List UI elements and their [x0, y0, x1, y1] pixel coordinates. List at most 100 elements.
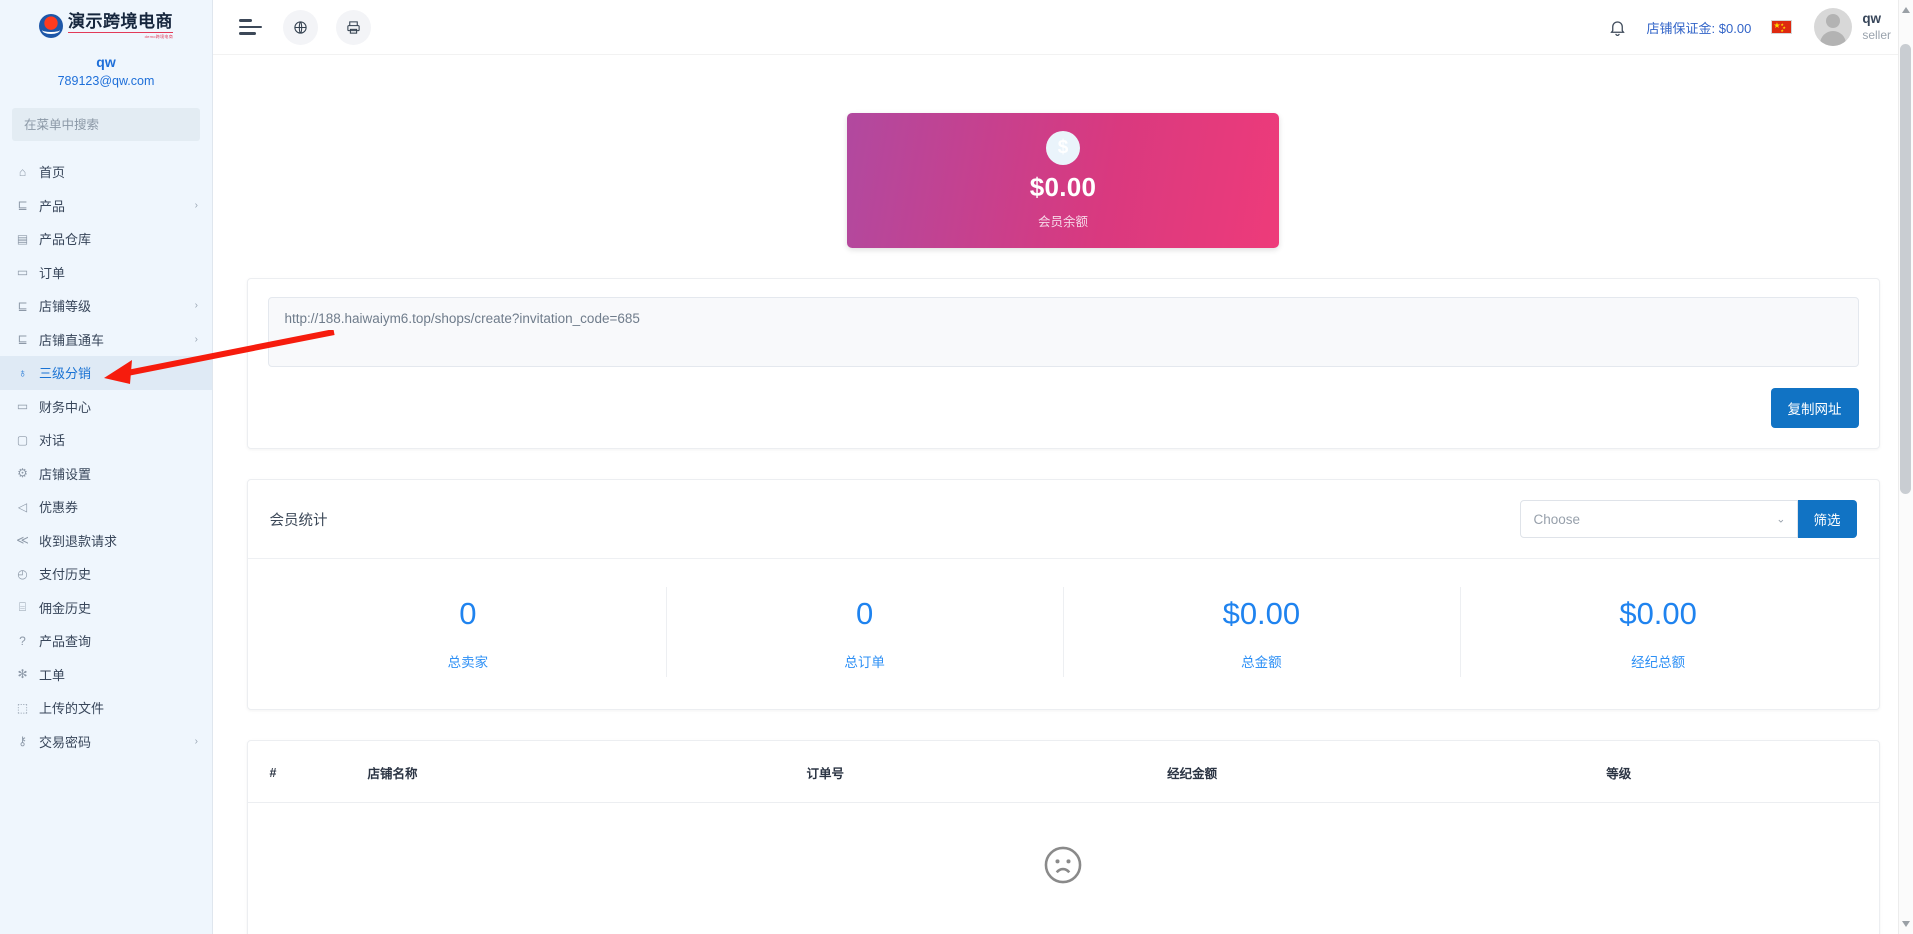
sidebar-item-9[interactable]: ⚙店铺设置 — [0, 457, 212, 491]
sidebar-user-name: qw — [0, 52, 212, 72]
cart-icon: ⊑ — [14, 199, 31, 211]
balance-label: 会员余额 — [1038, 211, 1088, 230]
kpi-value: $0.00 — [1063, 597, 1460, 631]
home-icon: ⌂ — [14, 166, 31, 178]
sidebar-user: qw 789123@qw.com — [0, 46, 212, 100]
invitation-panel: 复制网址 — [247, 278, 1880, 449]
flame-wave-logo-icon — [39, 14, 63, 38]
sidebar-item-17[interactable]: ⚷交易密码› — [0, 725, 212, 759]
sidebar-item-13[interactable]: ⌸佣金历史 — [0, 591, 212, 625]
filter-button[interactable]: 筛选 — [1798, 500, 1857, 538]
commission-table-panel: #店铺名称订单号经纪金额等级 — [247, 740, 1880, 934]
sidebar-item-15[interactable]: ✻工单 — [0, 658, 212, 692]
sidebar-item-label: 店铺等级 — [39, 296, 195, 315]
avatar[interactable] — [1814, 8, 1852, 46]
search-input[interactable] — [24, 118, 188, 132]
empty-state — [248, 803, 1879, 934]
table-column-header: 店铺名称 — [358, 741, 797, 803]
chevron-right-icon: › — [195, 300, 198, 311]
sidebar-item-label: 店铺直通车 — [39, 330, 195, 349]
money-icon: ▭ — [14, 400, 31, 412]
sidebar-item-label: 产品 — [39, 196, 195, 215]
kpi-label: 经纪总额 — [1460, 651, 1857, 671]
chevron-right-icon: › — [195, 334, 198, 345]
archive-icon: ▤ — [14, 233, 31, 245]
sidebar-item-label: 佣金历史 — [39, 598, 198, 617]
sidebar-item-8[interactable]: ▢ 对话 — [0, 423, 212, 457]
sidebar-item-label: 产品查询 — [39, 631, 198, 650]
sidebar: 演示跨境电商 demo跨境电商 qw 789123@qw.com ⌂首页⊑产品›… — [0, 0, 213, 934]
key-icon: ⚷ — [14, 735, 31, 747]
upload-file-icon: ⬚ — [14, 702, 31, 714]
kpi-label: 总卖家 — [270, 651, 667, 671]
question-icon: ? — [14, 635, 31, 647]
sidebar-item-12[interactable]: ◴ 支付历史 — [0, 557, 212, 591]
chat-icon: ▢ — [14, 434, 31, 446]
sidebar-item-14[interactable]: ? 产品查询 — [0, 624, 212, 658]
sidebar-item-7[interactable]: ▭ 财务中心 — [0, 390, 212, 424]
sidebar-item-4[interactable]: ⊑ 店铺等级› — [0, 289, 212, 323]
balance-amount: $0.00 — [1030, 172, 1097, 203]
money-icon: ▭ — [14, 266, 31, 278]
sidebar-item-0[interactable]: ⌂ 首页 — [0, 155, 212, 189]
cart-icon: ⊑ — [14, 300, 31, 312]
sidebar-item-1[interactable]: ⊑ 产品› — [0, 189, 212, 223]
brand-logo[interactable]: 演示跨境电商 demo跨境电商 — [0, 0, 212, 46]
hamburger-icon[interactable] — [239, 17, 265, 37]
globe-icon[interactable] — [283, 10, 318, 45]
kpi-card-1: 0总订单 — [666, 581, 1063, 683]
sidebar-item-label: 工单 — [39, 665, 198, 684]
sidebar-item-2[interactable]: ▤ 产品仓库 — [0, 222, 212, 256]
gear-icon: ⚙ — [14, 467, 31, 479]
printer-icon[interactable] — [336, 10, 371, 45]
sidebar-user-email: 789123@qw.com — [0, 72, 212, 90]
deposit-info: 店铺保证金: $0.00 — [1647, 18, 1752, 37]
main-area: 店铺保证金: $0.00 ★★ ★★ qw seller $ $0.00 会员余… — [213, 0, 1913, 934]
sidebar-nav: ⌂首页⊑产品›▤产品仓库▭订单⊑店铺等级›⊑店铺直通车›♁三级分销▭财务中心▢对… — [0, 155, 212, 768]
copy-url-button[interactable]: 复制网址 — [1771, 388, 1859, 428]
brand-name: 演示跨境电商 — [68, 13, 173, 30]
megaphone-icon: ◁ — [14, 501, 31, 513]
sidebar-item-label: 产品仓库 — [39, 229, 198, 248]
sidebar-item-label: 财务中心 — [39, 397, 198, 416]
chevron-right-icon: › — [195, 200, 198, 211]
app-root: 演示跨境电商 demo跨境电商 qw 789123@qw.com ⌂首页⊑产品›… — [0, 0, 1913, 934]
kpi-value: 0 — [270, 597, 667, 631]
account-info[interactable]: qw seller — [1862, 11, 1891, 43]
kpi-value: $0.00 — [1460, 597, 1857, 631]
menu-search[interactable] — [12, 108, 200, 141]
sidebar-item-16[interactable]: ⬚ 上传的文件 — [0, 691, 212, 725]
table-column-header: # — [248, 741, 358, 803]
kpi-card-2: $0.00总金额 — [1063, 581, 1460, 683]
sidebar-item-label: 首页 — [39, 162, 198, 181]
kpi-card-3: $0.00 经纪总额 — [1460, 581, 1857, 683]
clock-icon: ◴ — [14, 568, 31, 580]
scroll-up-arrow-icon[interactable] — [1902, 7, 1910, 13]
scrollbar-thumb[interactable] — [1900, 44, 1911, 494]
sidebar-item-6[interactable]: ♁三级分销 — [0, 356, 212, 390]
content-scroll-area: $ $0.00 会员余额 复制网址 会员统计 Choose — [213, 55, 1913, 934]
vertical-scrollbar[interactable] — [1898, 0, 1913, 934]
member-balance-card: $ $0.00 会员余额 — [847, 113, 1279, 248]
china-flag-icon[interactable]: ★★ ★★ — [1771, 20, 1792, 34]
sidebar-item-3[interactable]: ▭订单 — [0, 256, 212, 290]
scroll-down-arrow-icon[interactable] — [1902, 921, 1910, 927]
table-column-header: 经纪金额 — [1157, 741, 1596, 803]
stats-period-select[interactable]: Choose ⌄ — [1520, 500, 1798, 538]
deposit-label: 店铺保证金: — [1647, 21, 1716, 36]
sidebar-item-5[interactable]: ⊑店铺直通车› — [0, 323, 212, 357]
sidebar-item-11[interactable]: ≪收到退款请求 — [0, 524, 212, 558]
invitation-url-textarea[interactable] — [268, 297, 1859, 367]
topbar: 店铺保证金: $0.00 ★★ ★★ qw seller — [213, 0, 1913, 55]
sidebar-item-10[interactable]: ◁ 优惠券 — [0, 490, 212, 524]
table-header-row: #店铺名称订单号经纪金额等级 — [248, 741, 1879, 803]
sidebar-item-label: 优惠券 — [39, 497, 198, 516]
sidebar-item-label: 对话 — [39, 430, 198, 449]
sidebar-item-label: 上传的文件 — [39, 698, 198, 717]
account-role: seller — [1862, 28, 1891, 43]
sidebar-item-label: 支付历史 — [39, 564, 198, 583]
kpi-list: 0总卖家0总订单$0.00总金额$0.00经纪总额 — [248, 559, 1879, 709]
stats-period-select-input[interactable]: Choose — [1520, 500, 1798, 538]
bell-icon[interactable] — [1608, 18, 1627, 37]
table-column-header: 等级 — [1596, 741, 1878, 803]
